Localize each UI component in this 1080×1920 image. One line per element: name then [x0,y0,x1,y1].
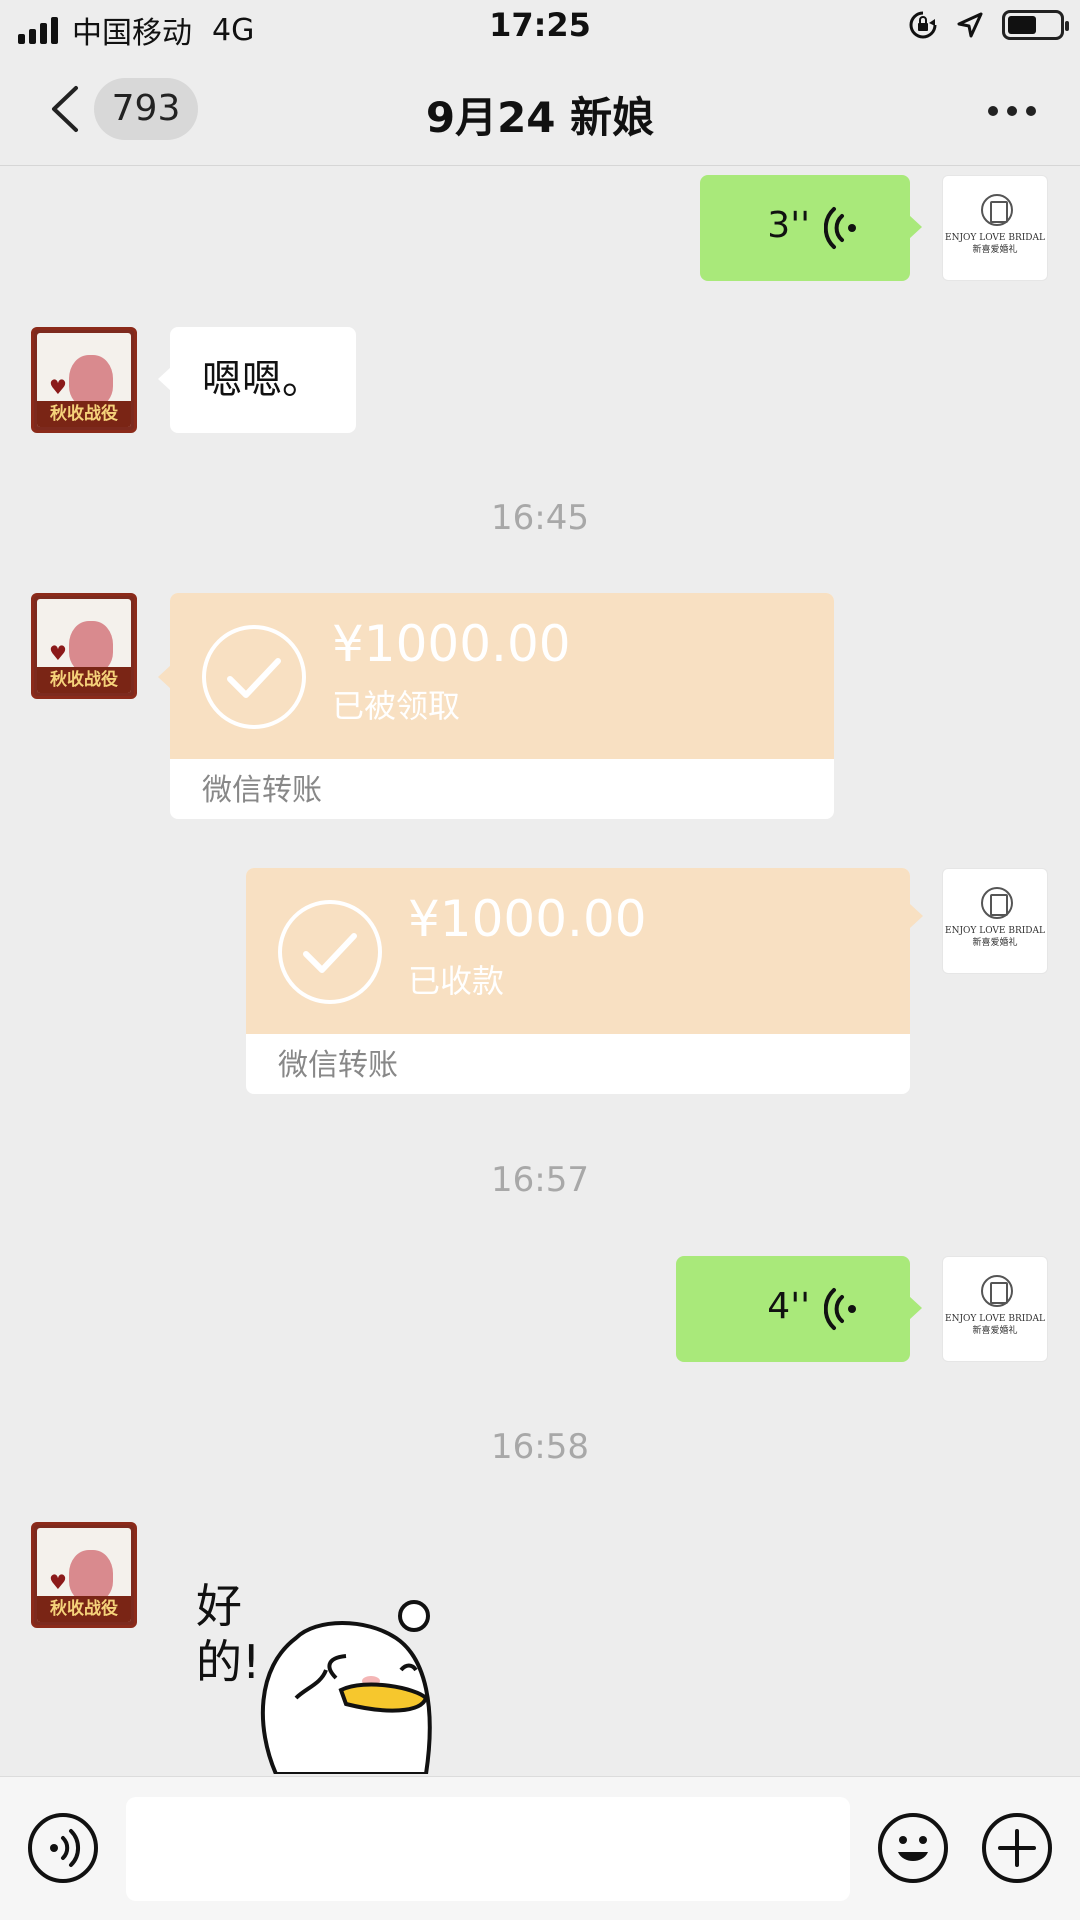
transfer-card-received[interactable]: ¥1000.00 已被领取 微信转账 [170,593,834,819]
avatar-self[interactable]: ENJOY LOVE BRIDAL 新喜爱婚礼 [942,868,1048,974]
avatar-contact[interactable]: ♥ 秋收战役 [31,327,137,433]
location-arrow-icon [957,12,983,38]
avatar-tag: 秋收战役 [37,667,131,693]
avatar-contact[interactable]: ♥ 秋收战役 [31,1522,137,1628]
voice-wave-icon [824,207,856,249]
logo-text-en: ENJOY LOVE BRIDAL [945,926,1045,936]
voice-duration: 3'' [767,205,810,246]
voice-input-icon[interactable] [28,1813,98,1883]
avatar-tag: 秋收战役 [37,1596,131,1622]
avatar-tag: 秋收战役 [37,401,131,427]
transfer-card-collected[interactable]: ¥1000.00 已收款 微信转账 [246,868,910,1094]
more-dots-icon[interactable] [988,106,1036,116]
voice-message-outgoing[interactable]: 3'' [700,175,922,281]
logo-text-en: ENJOY LOVE BRIDAL [945,1314,1045,1324]
chat-title: 9月24 新娘 [425,93,655,142]
logo-text-cn: 新喜爱婚礼 [972,245,1018,255]
duck-sticker[interactable]: 好的! [196,1578,456,1776]
check-icon [202,625,306,729]
voice-wave-icon [824,1288,856,1330]
transfer-label: 微信转账 [278,1048,398,1083]
emoji-icon[interactable] [878,1813,948,1883]
sticker-text: 好的! [196,1579,261,1689]
message-input[interactable] [126,1797,850,1901]
check-icon [278,900,382,1004]
status-right [908,10,1069,40]
timestamp: 16:57 [491,1160,589,1200]
logo-text-en: ENJOY LOVE BRIDAL [945,233,1045,243]
plus-icon[interactable] [982,1813,1052,1883]
orientation-lock-icon [909,11,937,39]
timestamp: 16:45 [491,498,589,538]
logo-text-cn: 新喜爱婚礼 [972,1326,1018,1336]
transfer-status: 已收款 [408,962,505,1000]
avatar-self[interactable]: ENJOY LOVE BRIDAL 新喜爱婚礼 [942,1256,1048,1362]
transfer-amount: ¥1000.00 [408,890,647,948]
avatar-contact[interactable]: ♥ 秋收战役 [31,593,137,699]
status-bar: 中国移动 4G 17:25 [0,0,1080,56]
timestamp: 16:58 [491,1427,589,1467]
battery-icon [1002,10,1069,40]
voice-message-outgoing[interactable]: 4'' [676,1256,922,1362]
voice-duration: 4'' [767,1286,810,1327]
bubble-tail [910,904,923,928]
text-message-incoming[interactable]: 嗯嗯。 [158,327,356,433]
transfer-amount: ¥1000.00 [332,615,571,673]
chat-header: 793 9月24 新娘 [0,56,1080,166]
transfer-status: 已被领取 [332,687,461,725]
avatar-self[interactable]: ENJOY LOVE BRIDAL 新喜爱婚礼 [942,175,1048,281]
logo-text-cn: 新喜爱婚礼 [972,938,1018,948]
transfer-label: 微信转账 [202,773,322,808]
input-bar [0,1776,1080,1920]
